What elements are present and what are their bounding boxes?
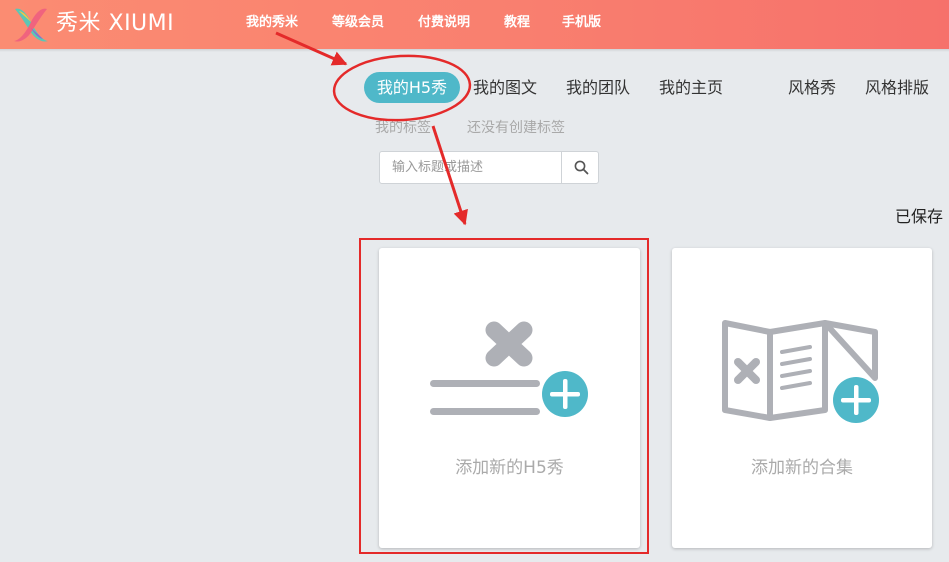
tab-my-h5[interactable]: 我的H5秀 [364, 72, 460, 103]
search-input[interactable] [380, 152, 560, 183]
nav-my-xiumi[interactable]: 我的秀米 [246, 14, 298, 32]
add-collection-icon [722, 320, 882, 426]
header-shadow [0, 49, 949, 52]
nav-mobile[interactable]: 手机版 [562, 14, 601, 32]
tab-my-homepage[interactable]: 我的主页 [659, 77, 723, 99]
search-icon [574, 160, 588, 175]
add-h5-icon [430, 321, 591, 420]
nav-membership[interactable]: 等级会员 [332, 14, 384, 32]
tab-my-articles[interactable]: 我的图文 [473, 77, 537, 99]
nav-pricing[interactable]: 付费说明 [418, 14, 470, 32]
add-h5-card[interactable] [379, 248, 640, 548]
search-box [379, 151, 599, 184]
my-tags-label[interactable]: 我的标签 [375, 118, 431, 138]
logo-text[interactable]: 秀米 XIUMI [56, 10, 174, 38]
add-collection-card[interactable] [672, 248, 932, 548]
saved-status-text: 已保存 [895, 207, 944, 226]
search-button[interactable] [561, 152, 600, 183]
top-navigation-bar: 秀米 XIUMI 我的秀米 等级会员 付费说明 教程 手机版 [0, 0, 949, 49]
tab-style-layout[interactable]: 风格排版 [865, 77, 929, 99]
no-tags-text: 还没有创建标签 [467, 120, 565, 136]
xiumi-logo-icon[interactable] [11, 6, 51, 44]
tab-style-show[interactable]: 风格秀 [788, 77, 836, 99]
nav-tutorial[interactable]: 教程 [504, 14, 530, 32]
tab-my-team[interactable]: 我的团队 [566, 77, 630, 99]
